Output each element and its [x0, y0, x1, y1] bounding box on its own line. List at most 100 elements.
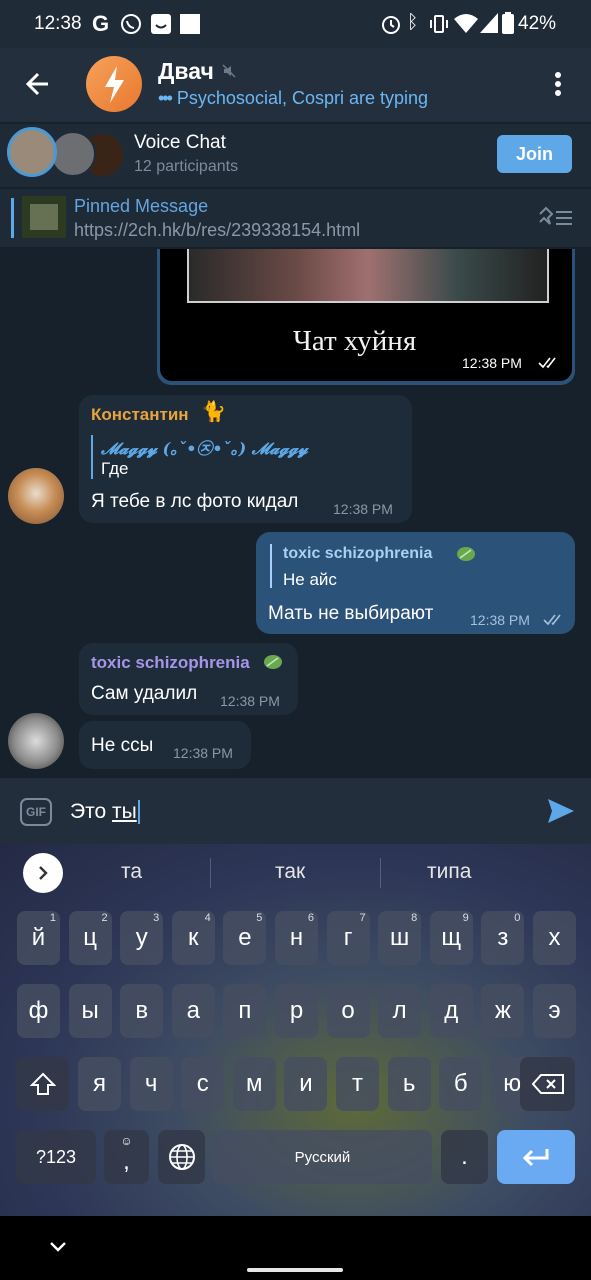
key-ы[interactable]: ы [68, 984, 112, 1038]
shift-key[interactable] [16, 1057, 69, 1111]
key-label: и [299, 1070, 313, 1097]
key-о[interactable]: о [326, 984, 370, 1038]
suggestion-divider [210, 858, 211, 888]
chat-avatar[interactable] [86, 56, 142, 112]
home-gesture-bar[interactable] [247, 1268, 343, 1272]
key-х[interactable]: х [533, 911, 576, 965]
key-hint-number: 0 [514, 912, 521, 924]
key-д[interactable]: д [429, 984, 473, 1038]
comma-key[interactable]: ☺ , [104, 1130, 149, 1184]
backspace-icon [531, 1074, 564, 1094]
message-bubble[interactable]: toxic schizophrenia Сам удалил 12:38 PM [79, 643, 298, 715]
sender-avatar[interactable] [8, 713, 64, 769]
key-р[interactable]: р [275, 984, 318, 1038]
pinned-thumbnail [22, 196, 66, 238]
key-щ[interactable]: щ9 [429, 911, 473, 965]
input-composing-word: ты [112, 800, 137, 823]
suggestion-2[interactable]: так [275, 860, 305, 884]
pin-list-icon[interactable] [538, 206, 574, 228]
enter-key[interactable] [497, 1130, 575, 1184]
key-label: г [343, 924, 353, 951]
chat-title[interactable]: Двач [158, 58, 214, 85]
message-time: 12:38 PM [333, 501, 393, 517]
enter-icon [522, 1149, 549, 1167]
message-time: 12:38 PM [220, 693, 280, 709]
text-cursor [137, 800, 140, 825]
double-check-icon [538, 357, 556, 369]
sender-name[interactable]: toxic schizophrenia [91, 653, 250, 673]
key-л[interactable]: л [378, 984, 422, 1038]
more-menu-icon[interactable] [550, 70, 566, 98]
suggestion-expand-button[interactable] [23, 853, 63, 893]
signal-icon [480, 13, 498, 33]
join-button[interactable]: Join [497, 135, 572, 173]
key-ц[interactable]: ц2 [68, 911, 112, 965]
key-к[interactable]: к4 [171, 911, 215, 965]
symbols-key[interactable]: ?123 [16, 1130, 96, 1184]
key-label: т [352, 1070, 363, 1097]
message-bubble-outgoing[interactable]: toxic schizophrenia Не айс Мать не выбир… [256, 532, 575, 634]
google-icon: G [92, 11, 110, 36]
key-ж[interactable]: ж [481, 984, 525, 1038]
key-label: ы [81, 997, 99, 1024]
key-label: й [31, 924, 46, 951]
key-н[interactable]: н6 [275, 911, 318, 965]
key-и[interactable]: и [284, 1057, 328, 1111]
message-bubble[interactable]: Не ссы 12:38 PM [79, 721, 251, 769]
typing-indicator: ••• Psychosocial, Cospri are typing [158, 88, 428, 109]
pinned-accent [11, 198, 14, 238]
muted-icon [222, 64, 236, 78]
back-arrow-icon[interactable] [24, 70, 52, 98]
message-text: Не ссы [91, 735, 154, 756]
suggestion-3[interactable]: типа [427, 860, 471, 884]
battery-percent: 42% [518, 13, 557, 34]
keyboard-hide-chevron-icon[interactable] [49, 1241, 67, 1253]
key-label: з [497, 924, 509, 951]
sender-name[interactable]: Константин [91, 405, 189, 425]
key-label: ц [83, 924, 97, 951]
key-с[interactable]: с [181, 1057, 225, 1111]
key-ч[interactable]: ч [129, 1057, 173, 1111]
key-з[interactable]: з0 [481, 911, 525, 965]
suggestion-1[interactable]: та [121, 860, 142, 884]
key-label: ч [144, 1070, 158, 1097]
key-в[interactable]: в [120, 984, 164, 1038]
pinned-url[interactable]: https://2ch.hk/b/res/239338154.html [74, 220, 360, 241]
battery-icon [502, 12, 514, 34]
bluetooth-icon: ᛒ [407, 12, 419, 33]
period-key[interactable]: . [441, 1130, 488, 1184]
leaf-emoji-icon [457, 547, 475, 561]
gif-button[interactable]: GIF [20, 798, 52, 826]
key-ш[interactable]: ш8 [378, 911, 422, 965]
reply-bar [91, 435, 93, 479]
language-key[interactable] [158, 1130, 205, 1184]
key-п[interactable]: п [223, 984, 267, 1038]
backspace-key[interactable] [520, 1057, 575, 1111]
send-icon[interactable] [546, 797, 576, 825]
key-label: ш [390, 924, 410, 951]
message-input[interactable]: Это ты [70, 800, 140, 825]
key-м[interactable]: м [232, 1057, 276, 1111]
key-э[interactable]: э [533, 984, 576, 1038]
key-б[interactable]: б [439, 1057, 483, 1111]
status-bar: 12:38 G ᛒ 42% [0, 0, 591, 48]
key-й[interactable]: й1 [17, 911, 60, 965]
key-у[interactable]: у3 [120, 911, 164, 965]
key-а[interactable]: а [171, 984, 215, 1038]
key-е[interactable]: е5 [223, 911, 267, 965]
wifi-icon [454, 14, 478, 33]
smile-box-icon [151, 14, 171, 34]
space-key[interactable]: Русский [213, 1130, 432, 1184]
key-г[interactable]: г7 [326, 911, 370, 965]
key-label: е [238, 924, 252, 951]
key-ь[interactable]: ь [387, 1057, 431, 1111]
key-я[interactable]: я [78, 1057, 121, 1111]
key-ф[interactable]: ф [17, 984, 60, 1038]
sender-avatar[interactable] [8, 468, 64, 524]
reply-name: toxic schizophrenia [283, 545, 433, 562]
key-т[interactable]: т [336, 1057, 379, 1111]
reply-text: Где [101, 459, 129, 478]
message-bubble[interactable]: Константин 🐈 𝓜𝓪𝓰𝓰𝔂 (｡ˇ•㉨•ˇ｡) 𝓜𝓪𝓰𝓰𝔂 Где Я… [79, 395, 412, 523]
image-message[interactable]: Чат хуйня 12:38 PM [157, 249, 575, 385]
key-label: в [135, 997, 149, 1024]
